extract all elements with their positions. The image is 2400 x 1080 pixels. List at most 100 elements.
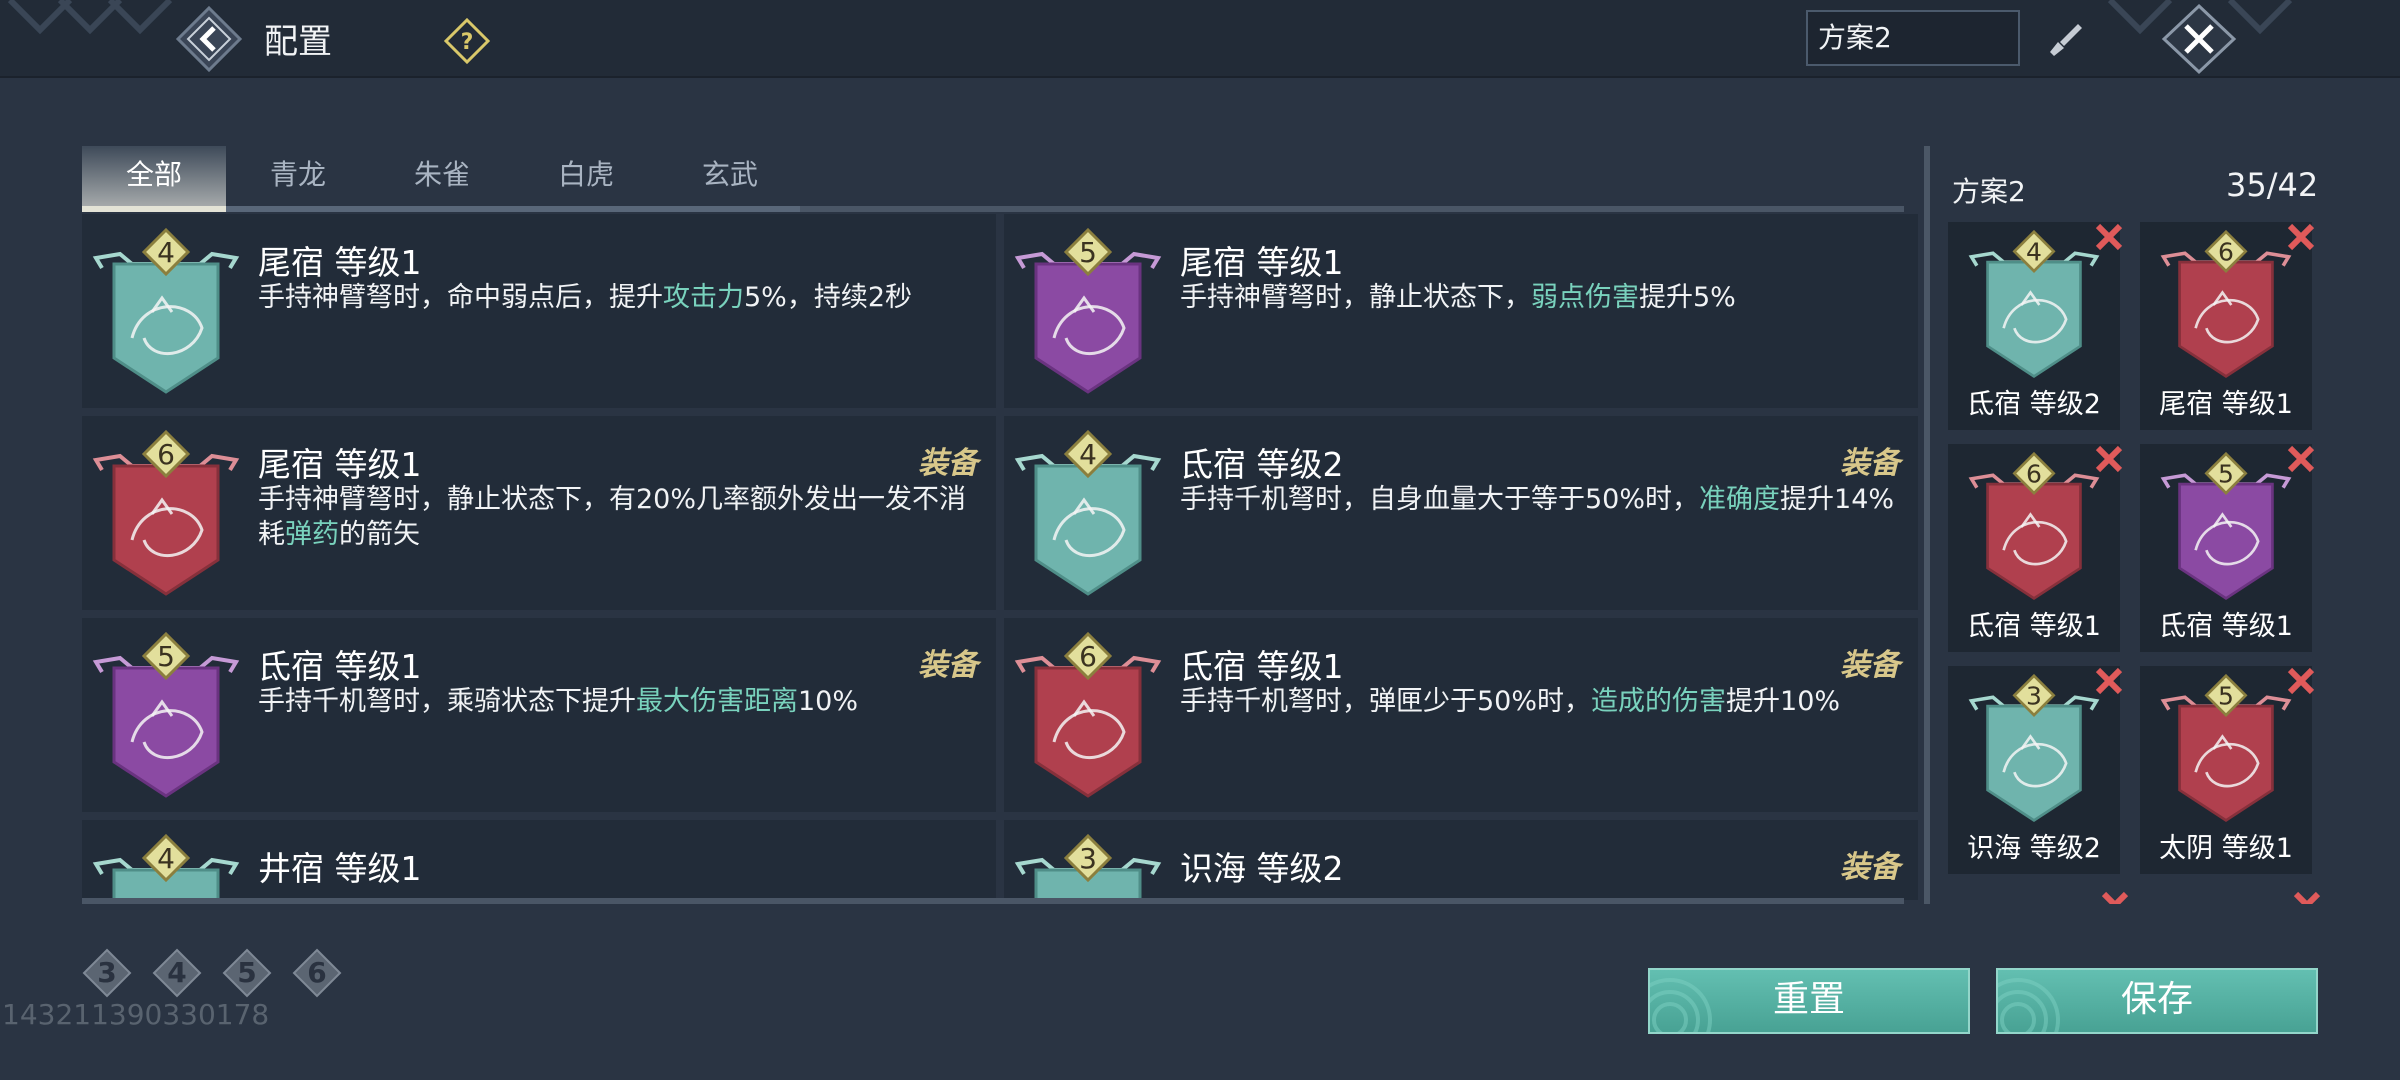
- slot-badge-icon: 5: [2160, 451, 2292, 601]
- card-name: 氐宿 等级2: [1180, 445, 1344, 484]
- category-tabs: 全部 青龙 朱雀 白虎 玄武: [82, 146, 1904, 212]
- card-description: 手持神臂弩时，静止状态下，有20%几率额外发出一发不消耗弹药的箭矢: [258, 482, 978, 552]
- star-card[interactable]: 3 识海 等级2 装备: [1004, 820, 1918, 900]
- slot-badge-icon: 5: [2160, 673, 2292, 823]
- remove-icon[interactable]: [2098, 888, 2132, 904]
- back-button[interactable]: [176, 6, 242, 72]
- star-badge-level: 4: [157, 236, 175, 269]
- equipped-tag: 装备: [918, 648, 978, 683]
- slot-badge: 4: [1964, 229, 2104, 380]
- star-badge-icon: 4: [92, 227, 240, 394]
- desc-text: 提升5%: [1639, 282, 1736, 313]
- brush-icon[interactable]: [2040, 16, 2086, 62]
- star-card[interactable]: 4 井宿 等级1: [82, 820, 996, 900]
- star-badge: 5: [92, 631, 240, 800]
- star-card[interactable]: 4 氐宿 等级2 手持千机弩时，自身血量大于等于50%时，准确度提升14% 装备: [1004, 416, 1918, 610]
- player-uid: 143211390330178: [2, 998, 270, 1031]
- equipped-tag: 装备: [1840, 446, 1900, 481]
- remove-icon[interactable]: [2284, 442, 2318, 476]
- desc-highlight: 弱点伤害: [1531, 282, 1639, 313]
- star-badge-icon: 4: [92, 833, 240, 900]
- desc-text: 手持千机弩时，弹匣少于50%时，: [1180, 686, 1592, 717]
- star-badge: 3: [1014, 833, 1162, 900]
- loadout-grid[interactable]: 4 氐宿 等级2 6 尾宿 等级1 6 氐宿 等级1 5 氐宿 等级1 3 识海 等级2 5 太阴 等…: [1948, 222, 2324, 904]
- star-card-list[interactable]: 4 尾宿 等级1 手持神臂弩时，命中弱点后，提升攻击力5%，持续2秒 5 尾宿 等级1 手…: [82, 214, 1922, 900]
- star-badge: 6: [1014, 631, 1162, 800]
- slot-badge-icon: 6: [2160, 229, 2292, 379]
- card-name: 尾宿 等级1: [1180, 243, 1344, 282]
- star-card[interactable]: 5 氐宿 等级1 手持千机弩时，乘骑状态下提升最大伤害距离10% 装备: [82, 618, 996, 812]
- tab-active-indicator: [82, 206, 226, 212]
- slot-badge: 5: [2156, 451, 2296, 602]
- slot-badge-icon: 4: [1968, 229, 2100, 379]
- star-badge-level: 6: [157, 438, 175, 471]
- star-card[interactable]: 5 尾宿 等级1 手持神臂弩时，静止状态下，弱点伤害提升5%: [1004, 214, 1918, 408]
- slot-name: 尾宿 等级1: [2159, 389, 2293, 420]
- equipped-tag: 装备: [1840, 648, 1900, 683]
- tab-all[interactable]: 全部: [82, 146, 226, 208]
- star-badge-icon: 6: [1014, 631, 1162, 798]
- star-badge-icon: 3: [1014, 833, 1162, 900]
- slot-badge-level: 5: [2218, 681, 2234, 710]
- desc-text: 10%: [798, 686, 859, 717]
- close-button[interactable]: [2160, 2, 2238, 76]
- level-filter-label: 6: [307, 956, 327, 989]
- tab-xuanwu[interactable]: 玄武: [658, 146, 802, 208]
- slot-badge: 6: [1964, 451, 2104, 602]
- desc-highlight: 攻击力: [663, 282, 744, 313]
- tab-baihu[interactable]: 白虎: [514, 146, 658, 208]
- slot-badge: 3: [1964, 673, 2104, 824]
- level-filter-button[interactable]: 3: [82, 948, 132, 998]
- remove-icon[interactable]: [2290, 888, 2324, 904]
- help-button[interactable]: ?: [444, 18, 490, 64]
- slot-name: 识海 等级2: [1967, 833, 2101, 864]
- desc-text: 手持千机弩时，自身血量大于等于50%时，: [1180, 484, 1700, 515]
- remove-icon[interactable]: [2092, 664, 2126, 698]
- tab-zhuque[interactable]: 朱雀: [370, 146, 514, 208]
- slot-badge-icon: 3: [1968, 673, 2100, 823]
- remove-icon[interactable]: [2092, 222, 2126, 254]
- desc-highlight: 弹药: [285, 519, 339, 550]
- remove-icon[interactable]: [2284, 222, 2318, 254]
- remove-icon[interactable]: [2284, 664, 2318, 698]
- equipped-tag: 装备: [918, 446, 978, 481]
- remove-icon[interactable]: [2092, 442, 2126, 476]
- level-filter-button[interactable]: 5: [222, 948, 272, 998]
- desc-text: 提升10%: [1726, 686, 1841, 717]
- save-button[interactable]: 保存: [1996, 968, 2318, 1034]
- corner-pattern-icon: [7, 0, 173, 35]
- plan-name-input[interactable]: 方案2: [1806, 10, 2020, 66]
- star-card[interactable]: 6 氐宿 等级1 手持千机弩时，弹匣少于50%时，造成的伤害提升10% 装备: [1004, 618, 1918, 812]
- save-label: 保存: [2120, 979, 2193, 1020]
- card-name: 尾宿 等级1: [258, 243, 422, 282]
- desc-text: 提升14%: [1780, 484, 1895, 515]
- desc-text: 5%，持续2秒: [744, 282, 913, 313]
- slot-badge-level: 6: [2218, 237, 2234, 266]
- level-filter-label: 3: [97, 956, 117, 989]
- level-filter-label: 5: [237, 956, 257, 989]
- slot-badge: 5: [2156, 673, 2296, 824]
- card-name: 氐宿 等级1: [1180, 647, 1344, 686]
- desc-text: 手持神臂弩时，命中弱点后，提升: [258, 282, 663, 313]
- loadout-title: 方案2: [1952, 175, 2026, 208]
- equipped-tag: 装备: [1840, 850, 1900, 885]
- card-description: 手持千机弩时，自身血量大于等于50%时，准确度提升14%: [1180, 482, 1900, 517]
- star-badge-icon: 4: [1014, 429, 1162, 596]
- card-name: 井宿 等级1: [258, 849, 422, 888]
- card-name: 识海 等级2: [1180, 849, 1344, 888]
- slot-badge-level: 3: [2026, 681, 2042, 710]
- reset-button[interactable]: 重置: [1648, 968, 1970, 1034]
- star-card[interactable]: 4 尾宿 等级1 手持神臂弩时，命中弱点后，提升攻击力5%，持续2秒: [82, 214, 996, 408]
- slot-name: 太阴 等级1: [2159, 833, 2293, 864]
- star-badge: 4: [92, 227, 240, 396]
- star-badge: 4: [92, 833, 240, 900]
- slot-badge-level: 5: [2218, 459, 2234, 488]
- tab-qinglong[interactable]: 青龙: [226, 146, 370, 208]
- star-card[interactable]: 6 尾宿 等级1 手持神臂弩时，静止状态下，有20%几率额外发出一发不消耗弹药的箭矢…: [82, 416, 996, 610]
- desc-text: 手持千机弩时，乘骑状态下提升: [258, 686, 636, 717]
- slot-name: 氐宿 等级2: [1967, 389, 2101, 420]
- star-badge-icon: 6: [92, 429, 240, 596]
- list-scrollbar[interactable]: [1924, 146, 1930, 904]
- level-filter-button[interactable]: 6: [292, 948, 342, 998]
- level-filter-button[interactable]: 4: [152, 948, 202, 998]
